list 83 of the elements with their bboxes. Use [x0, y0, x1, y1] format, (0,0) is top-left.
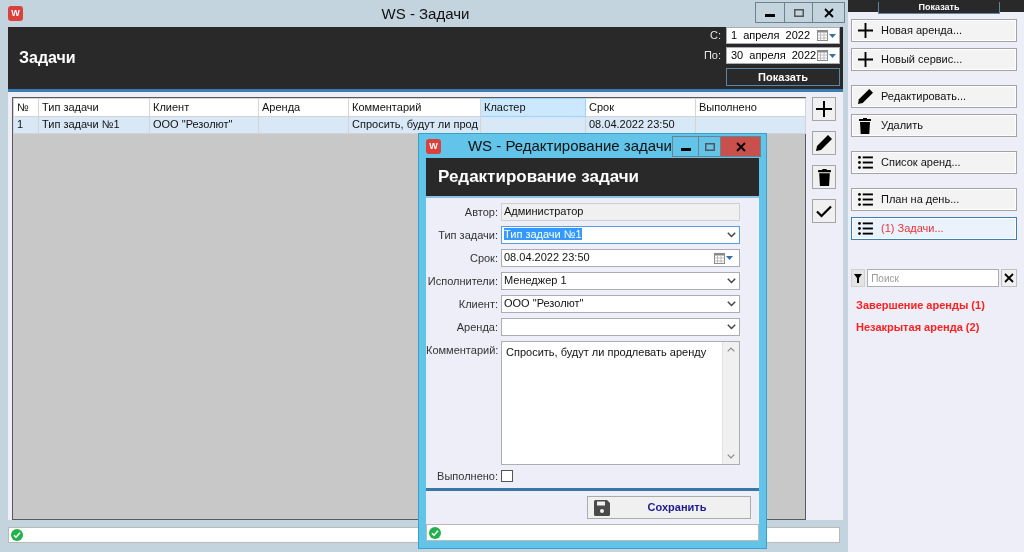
clear-button[interactable] [1001, 269, 1017, 287]
window-title: WS - Задачи [381, 4, 470, 23]
complete-button[interactable] [812, 199, 836, 223]
minimize-icon [765, 14, 775, 17]
trash-icon [817, 168, 831, 186]
date-field[interactable]: 1 апреля 2022 [726, 27, 840, 44]
plus-icon [857, 23, 873, 38]
maximize-icon [793, 8, 804, 17]
column-header[interactable]: Аренда [258, 98, 349, 117]
close-icon [823, 7, 834, 18]
table-row[interactable]: 1 Тип задачи №1 ООО "Резолют" Спросить, будут ли прод 08.04.2022 23:50 [13, 116, 806, 134]
chevron-down-icon [727, 232, 736, 238]
plus-icon [816, 101, 832, 117]
date-label: По: [703, 48, 721, 63]
edit-button[interactable] [812, 131, 836, 155]
app-icon: W [426, 138, 441, 154]
chevron-down-icon [727, 301, 736, 307]
author-field: Администратор [501, 203, 740, 221]
pencil-icon [816, 135, 832, 151]
side-button[interactable]: Новый сервис... [851, 48, 1017, 71]
filter-icon [854, 273, 863, 283]
list-icon [857, 156, 873, 169]
page-heading: Задачи [19, 48, 76, 68]
caret-down-icon [829, 33, 836, 38]
dropdown-field[interactable]: ООО "Резолют" [501, 295, 740, 313]
close-icon [735, 141, 746, 152]
scrollbar[interactable] [722, 342, 739, 464]
field-label: Тип задачи: [437, 228, 499, 243]
list-icon [857, 222, 873, 235]
side-button[interactable]: Новая аренда... [851, 19, 1017, 42]
field-label: Срок: [468, 251, 499, 266]
show-button[interactable]: Показать [726, 68, 840, 86]
chevron-down-icon [727, 324, 736, 330]
column-header[interactable]: Клиент [149, 98, 259, 117]
chevron-down-icon [727, 278, 736, 284]
trash-icon [859, 117, 871, 134]
filter-button[interactable] [851, 269, 866, 287]
caret-down-icon [829, 53, 837, 58]
date-field[interactable]: 30 апреля 2022 [726, 47, 840, 64]
app-icon: W [8, 6, 23, 21]
search-field[interactable]: Поиск [867, 269, 1000, 287]
plus-icon [857, 52, 873, 67]
calendar-icon [817, 50, 829, 61]
side-button[interactable]: План на день... [851, 188, 1017, 211]
field-label: Комментарий: [426, 343, 500, 358]
scroll-down-icon [727, 454, 735, 459]
window-title: WS - Редактирование задачи [467, 137, 672, 155]
side-button[interactable]: Редактировать... [851, 85, 1017, 108]
maximize-icon [704, 142, 715, 151]
done-checkbox[interactable] [501, 470, 513, 482]
side-button[interactable]: Удалить [851, 114, 1017, 137]
dialog-heading: Редактирование задачи [426, 158, 759, 196]
column-header[interactable]: Кластер [480, 98, 586, 117]
calendar-icon [714, 252, 725, 264]
field-label: Аренда: [455, 320, 499, 335]
dropdown-field[interactable] [501, 318, 740, 336]
save-button[interactable]: Сохранить [587, 496, 751, 519]
column-header[interactable]: № [13, 98, 39, 117]
list-icon [857, 193, 873, 206]
comment-field[interactable]: Спросить, будут ли продлевать аренду [501, 341, 740, 465]
add-button[interactable] [812, 97, 836, 121]
date-label: С: [710, 28, 721, 43]
pencil-icon [857, 89, 873, 104]
column-header[interactable]: Комментарий [348, 98, 481, 117]
caret-down-icon [726, 256, 733, 260]
check-icon [816, 204, 832, 218]
minimize-icon [680, 148, 691, 151]
field-label: Выполнено: [436, 470, 499, 482]
field-label: Клиент: [457, 297, 499, 312]
clear-icon [1004, 273, 1015, 283]
dropdown-field[interactable]: Менеджер 1 [501, 272, 740, 290]
field-label: Автор: [463, 205, 499, 220]
side-button[interactable]: (1) Задачи... [851, 217, 1017, 240]
delete-button[interactable] [812, 165, 836, 189]
show-button[interactable]: Показать [878, 1, 1000, 14]
date-field[interactable]: 08.04.2022 23:50 [501, 249, 740, 267]
column-header[interactable]: Тип задачи [38, 98, 150, 117]
calendar-icon [817, 30, 828, 41]
side-button[interactable]: Список аренд... [851, 151, 1017, 174]
scroll-up-icon [727, 347, 735, 352]
column-header[interactable]: Выполнено [695, 98, 806, 117]
field-label: Исполнители: [426, 274, 499, 289]
column-header[interactable]: Срок [585, 98, 696, 117]
